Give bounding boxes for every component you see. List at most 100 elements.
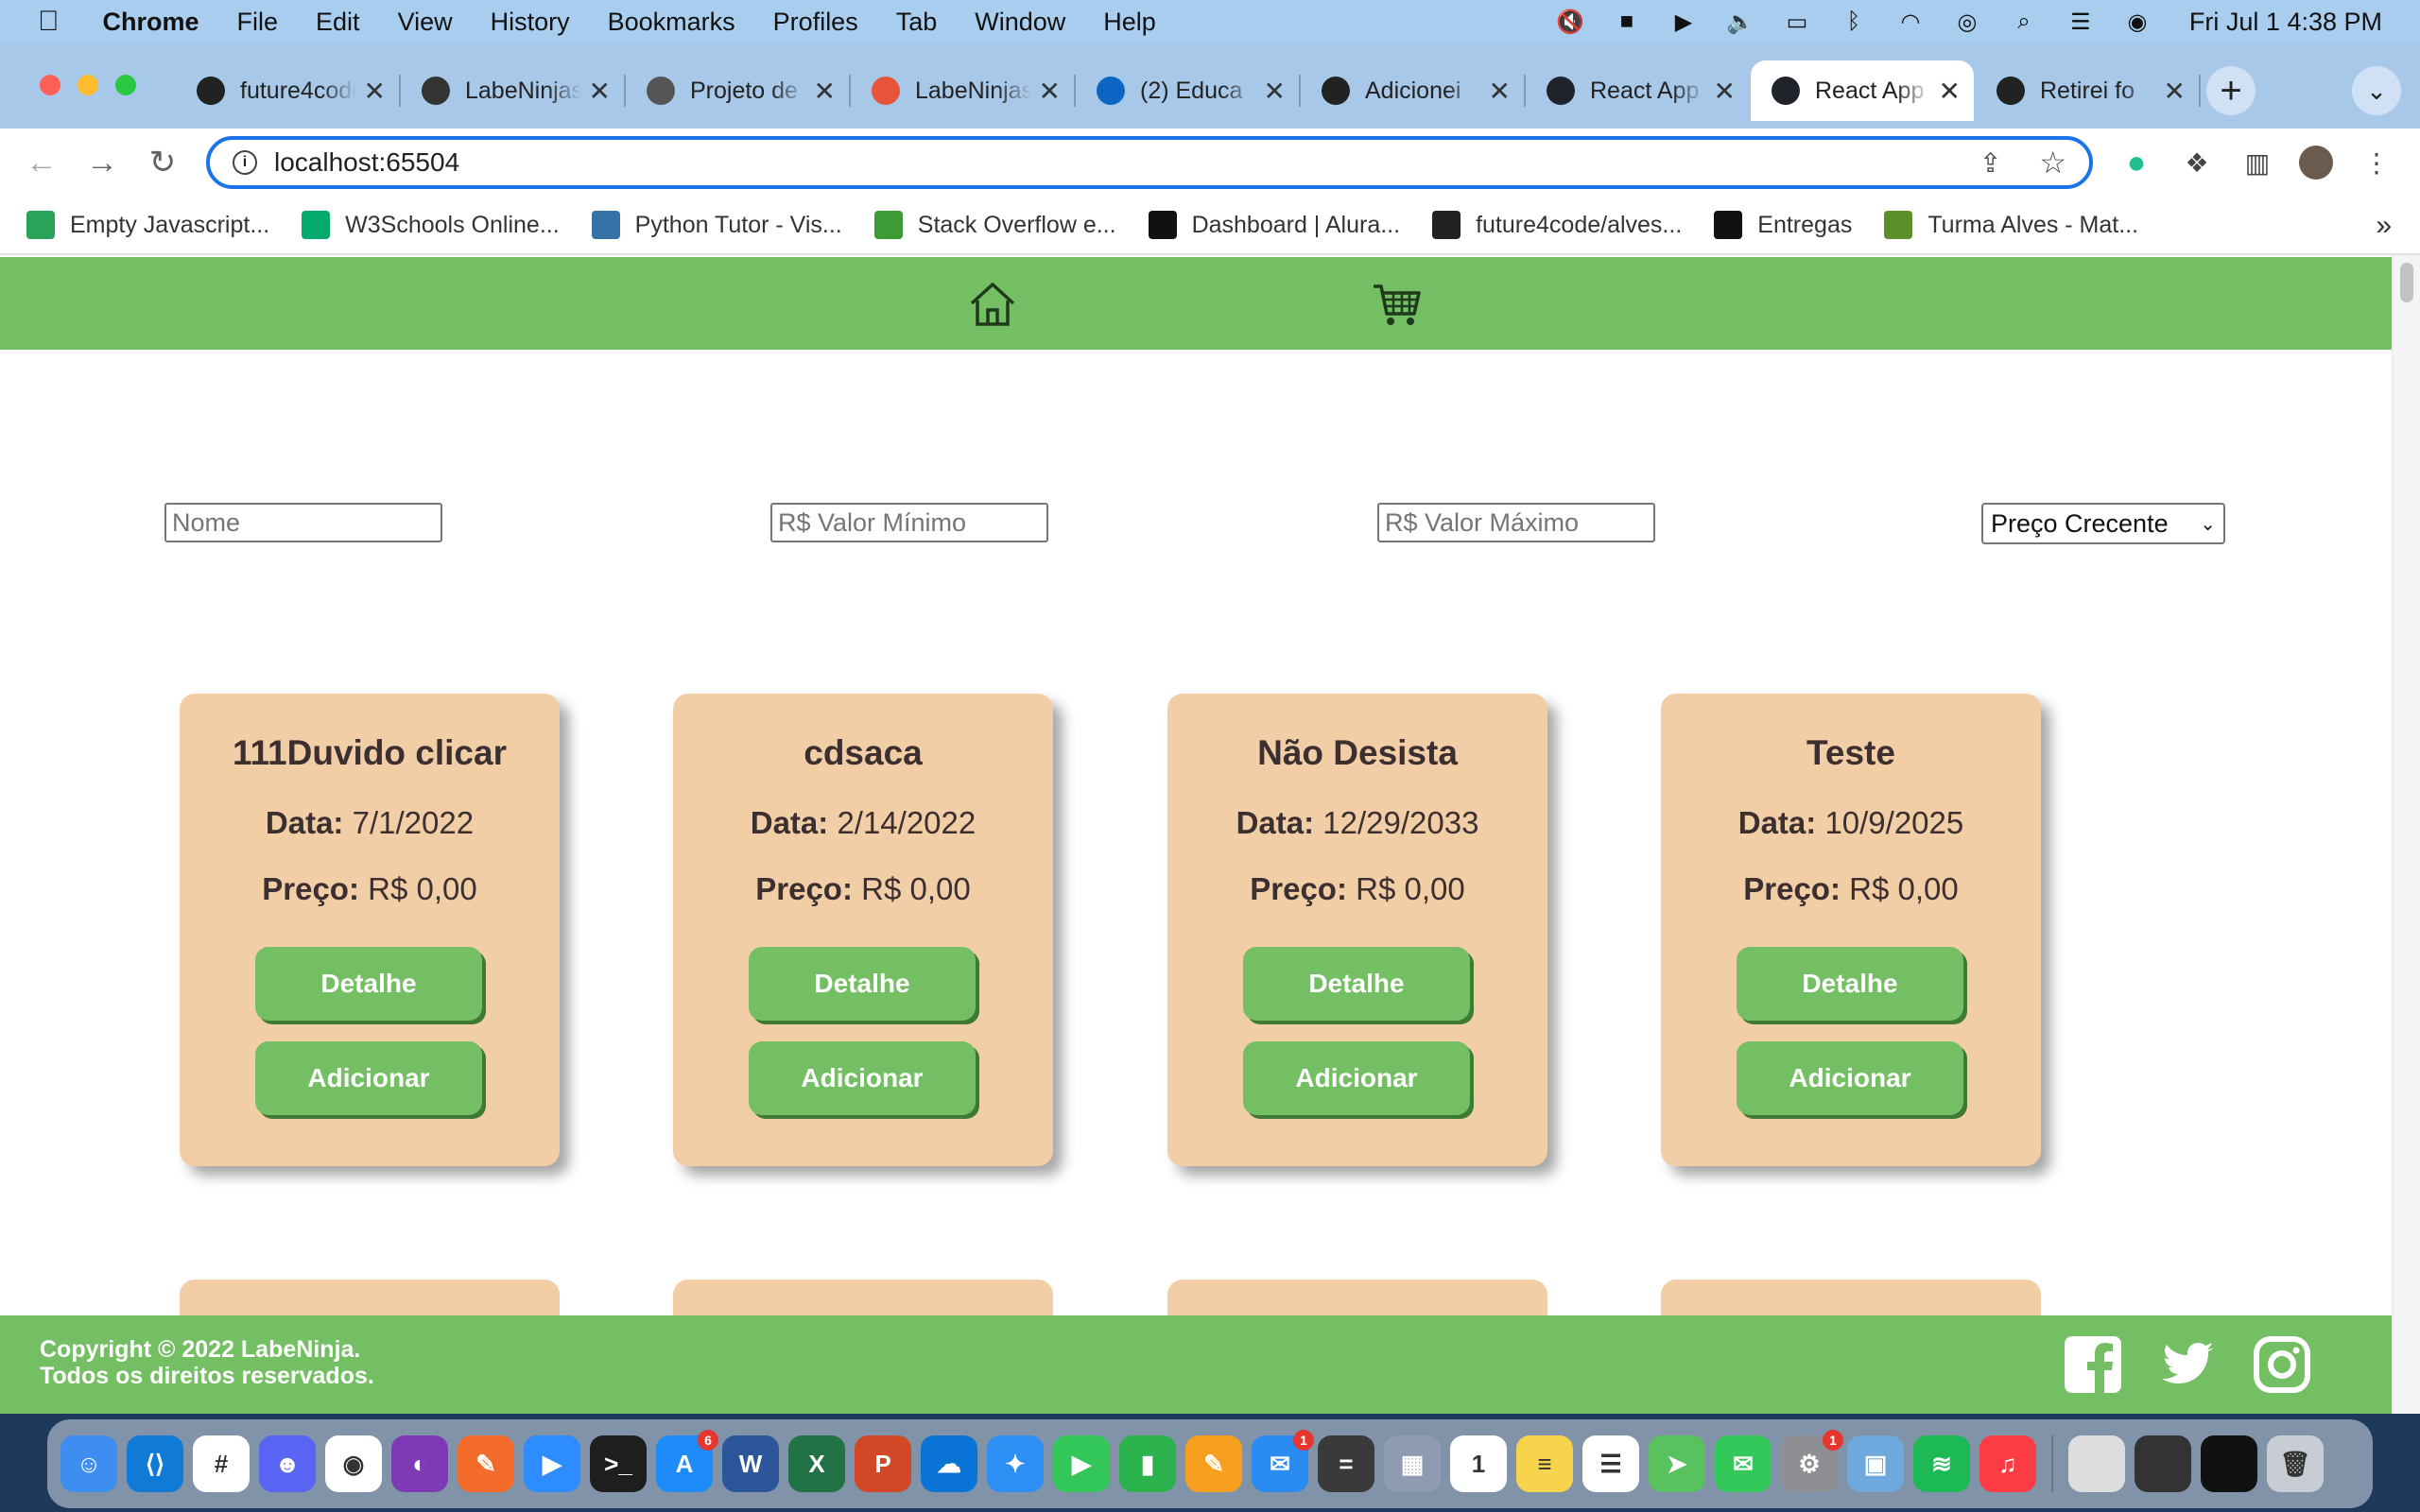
volume-muted-icon[interactable]: 🔈 <box>1726 9 1754 35</box>
mail-icon[interactable]: ✉ 1 <box>1252 1430 1314 1492</box>
zoom-window-button[interactable] <box>115 75 136 95</box>
address-bar[interactable]: i localhost:65504 ⇪ ☆ <box>206 136 2093 189</box>
scrollbar-thumb[interactable] <box>2400 263 2413 302</box>
close-tab-icon[interactable]: ✕ <box>814 76 836 107</box>
zoom-icon[interactable]: ▶ <box>524 1435 580 1492</box>
back-arrow-icon[interactable]: ← <box>21 142 62 183</box>
wifi-icon[interactable]: ◠ <box>1896 9 1925 35</box>
menubar-clock[interactable]: Fri Jul 1 4:38 PM <box>2189 8 2382 37</box>
menu-profiles[interactable]: Profiles <box>773 8 858 37</box>
preview-icon[interactable]: ▣ <box>1847 1435 1904 1492</box>
user-icon[interactable]: ◎ <box>1953 9 1981 35</box>
browser-tab[interactable]: React App ✕ <box>1751 60 1974 121</box>
extensions-puzzle-icon[interactable]: ❖ <box>2180 146 2214 180</box>
battery-icon[interactable]: ▭ <box>1783 9 1811 35</box>
browser-tab[interactable]: future4code ✕ <box>176 60 401 121</box>
bookmark-item[interactable]: Empty Javascript... <box>26 211 269 239</box>
detail-button[interactable]: Detalhe <box>255 947 482 1021</box>
pages-icon[interactable]: ✎ <box>1185 1435 1242 1492</box>
close-tab-icon[interactable]: ✕ <box>2164 76 2186 107</box>
menu-help[interactable]: Help <box>1103 8 1156 37</box>
window-thumb-2-icon[interactable] <box>2135 1435 2191 1492</box>
detail-button[interactable]: Detalhe <box>1737 947 1963 1021</box>
forward-arrow-icon[interactable]: → <box>81 142 123 183</box>
browser-tab[interactable]: React App ✕ <box>1526 60 1749 121</box>
messages-icon[interactable]: ✉ <box>1715 1435 1772 1492</box>
chrome-menu-icon[interactable]: ⋮ <box>2360 146 2394 180</box>
word-icon[interactable]: W <box>722 1435 779 1492</box>
camera-icon[interactable]: ■ <box>1613 9 1641 34</box>
discord-icon[interactable]: ☻ <box>259 1435 316 1492</box>
launchpad-icon[interactable]: ▦ <box>1384 1435 1441 1492</box>
chrome-icon[interactable]: ◉ <box>325 1435 382 1492</box>
bookmark-star-icon[interactable]: ☆ <box>2039 145 2066 180</box>
menu-tab[interactable]: Tab <box>896 8 938 37</box>
app-store-icon[interactable]: A6 <box>656 1430 718 1492</box>
profile-avatar[interactable] <box>2299 146 2333 180</box>
name-filter-input[interactable] <box>164 503 442 542</box>
menu-file[interactable]: File <box>237 8 279 37</box>
powerpoint-icon[interactable]: P <box>855 1435 911 1492</box>
menu-edit[interactable]: Edit <box>316 8 360 37</box>
cart-icon[interactable] <box>1371 278 1424 331</box>
close-tab-icon[interactable]: ✕ <box>1714 76 1736 107</box>
add-to-cart-button[interactable]: Adicionar <box>255 1041 482 1115</box>
terminal-icon[interactable]: >_ <box>590 1435 647 1492</box>
close-tab-icon[interactable]: ✕ <box>1264 76 1286 107</box>
close-tab-icon[interactable]: ✕ <box>1489 76 1511 107</box>
max-price-input[interactable] <box>1377 503 1655 542</box>
onedrive-icon[interactable]: ☁ <box>921 1435 977 1492</box>
close-tab-icon[interactable]: ✕ <box>1939 76 1961 107</box>
bookmarks-overflow-icon[interactable]: » <box>2376 210 2392 242</box>
notes-icon[interactable]: ≡ <box>1516 1435 1573 1492</box>
bookmark-item[interactable]: future4code/alves... <box>1432 211 1682 239</box>
play-icon[interactable]: ▶ <box>1669 9 1698 35</box>
bluetooth-icon[interactable]: ᛒ <box>1840 9 1868 34</box>
close-tab-icon[interactable]: ✕ <box>589 76 611 107</box>
reload-icon[interactable]: ↻ <box>142 142 183 183</box>
numbers-icon[interactable]: ▮ <box>1119 1435 1176 1492</box>
facetime-icon[interactable]: ▶ <box>1053 1435 1110 1492</box>
facebook-icon[interactable] <box>2063 1334 2123 1395</box>
menu-window[interactable]: Window <box>975 8 1065 37</box>
menu-history[interactable]: History <box>491 8 570 37</box>
add-to-cart-button[interactable]: Adicionar <box>1243 1041 1470 1115</box>
home-icon[interactable] <box>966 278 1019 331</box>
reminders-icon[interactable]: ☰ <box>1582 1435 1639 1492</box>
twitter-icon[interactable] <box>2157 1334 2218 1395</box>
add-to-cart-button[interactable]: Adicionar <box>749 1041 976 1115</box>
bookmark-item[interactable]: Entregas <box>1714 211 1852 239</box>
trash-icon[interactable]: 🗑 <box>2267 1435 2324 1492</box>
menu-bookmarks[interactable]: Bookmarks <box>608 8 735 37</box>
finder-icon[interactable]: ☺ <box>60 1435 117 1492</box>
close-window-button[interactable] <box>40 75 60 95</box>
browser-tab[interactable]: LabeNinjas ✕ <box>401 60 626 121</box>
detail-button[interactable]: Detalhe <box>1243 947 1470 1021</box>
instagram-icon[interactable] <box>2252 1334 2312 1395</box>
address-bar-url[interactable]: localhost:65504 <box>274 147 459 178</box>
menu-app-name[interactable]: Chrome <box>103 8 199 37</box>
new-tab-button[interactable]: + <box>2206 66 2256 115</box>
tab-search-button[interactable]: ⌄ <box>2352 66 2401 115</box>
bookmark-item[interactable]: W3Schools Online... <box>302 211 560 239</box>
share-icon[interactable]: ⇪ <box>1979 147 2001 179</box>
minimize-window-button[interactable] <box>78 75 98 95</box>
github-desktop-icon[interactable]: ◐ <box>391 1435 448 1492</box>
min-price-input[interactable] <box>770 503 1048 542</box>
browser-tab[interactable]: Projeto de ✕ <box>626 60 851 121</box>
spotlight-search-icon[interactable]: ⌕ <box>2010 9 2038 34</box>
excel-icon[interactable]: X <box>788 1435 845 1492</box>
menu-view[interactable]: View <box>398 8 453 37</box>
bookmark-item[interactable]: Python Tutor - Vis... <box>591 211 842 239</box>
window-thumb-3-icon[interactable] <box>2201 1435 2257 1492</box>
side-panel-icon[interactable]: ▥ <box>2240 146 2274 180</box>
grammarly-extension-icon[interactable]: ● <box>2119 145 2153 180</box>
vscode-icon[interactable]: ⟨⟩ <box>127 1435 183 1492</box>
vectornator-icon[interactable]: ✎ <box>458 1435 514 1492</box>
safari-icon[interactable]: ✦ <box>987 1435 1044 1492</box>
apple-icon[interactable]:  <box>38 6 60 38</box>
control-center-icon[interactable]: ☰ <box>2066 9 2095 35</box>
calendar-icon[interactable]: 1 <box>1450 1435 1507 1492</box>
sort-select[interactable]: Preço Crecente ⌄ <box>1981 503 2225 544</box>
bookmark-item[interactable]: Dashboard | Alura... <box>1148 211 1400 239</box>
